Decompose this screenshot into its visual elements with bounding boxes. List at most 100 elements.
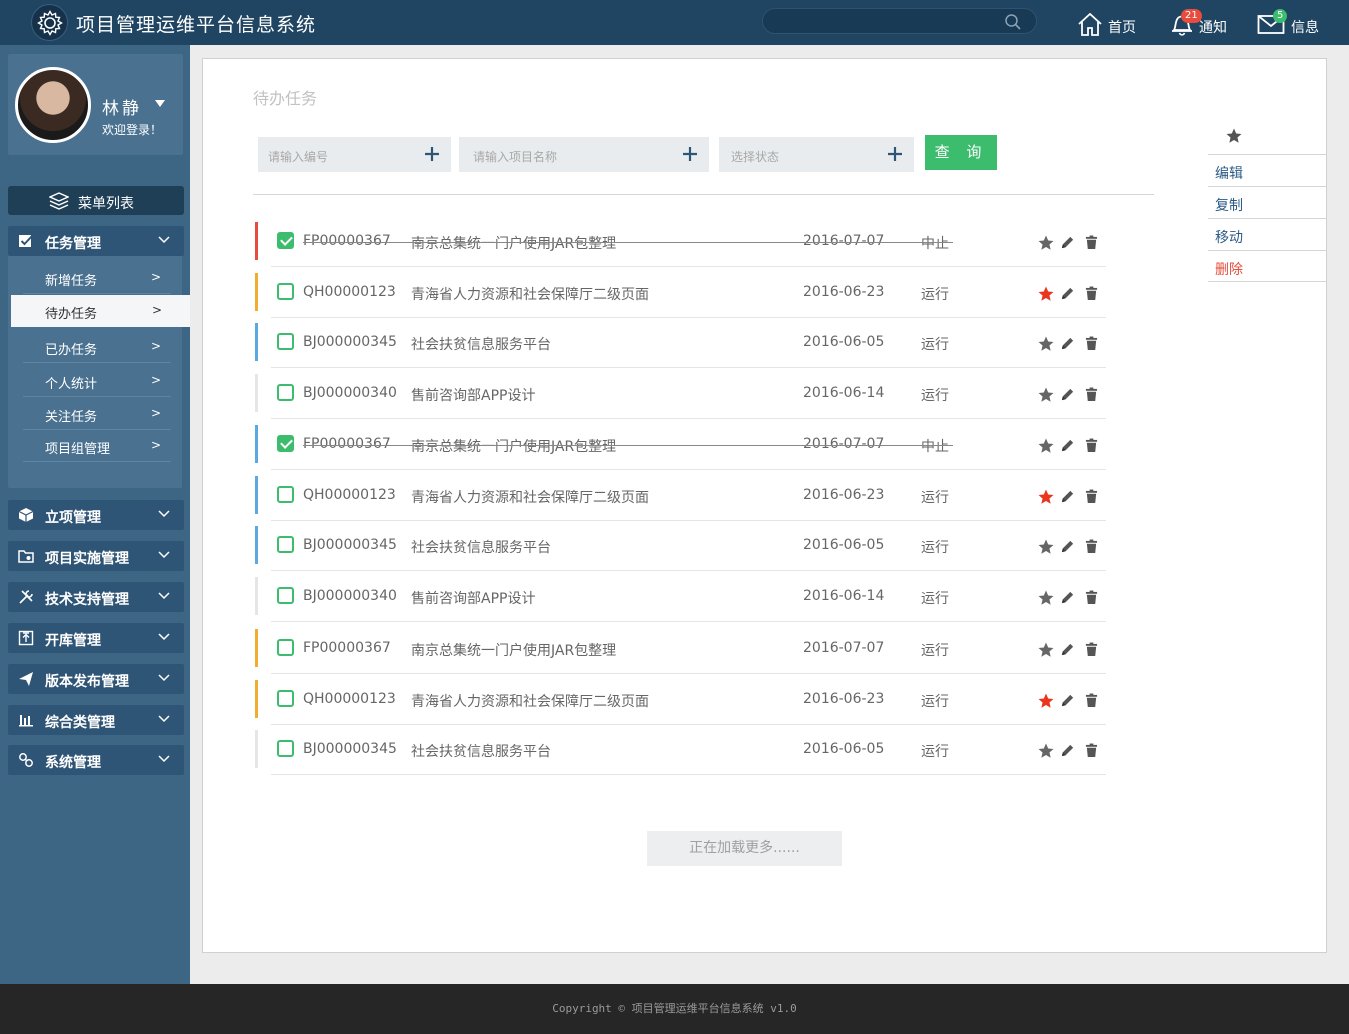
task-checkbox[interactable] xyxy=(277,690,294,707)
task-name[interactable]: 青海省人力资源和社会保障厅二级页面 xyxy=(411,691,649,711)
task-checkbox[interactable] xyxy=(277,639,294,656)
task-name[interactable]: 青海省人力资源和社会保障厅二级页面 xyxy=(411,284,649,304)
menu-group-task[interactable]: 任务管理 xyxy=(8,226,184,256)
task-name[interactable]: 售前咨询部APP设计 xyxy=(411,588,535,608)
context-edit[interactable]: 编辑 xyxy=(1208,154,1326,186)
task-name[interactable]: 南京总集统一门户使用JAR包整理 xyxy=(411,233,616,253)
task-name[interactable]: 南京总集统一门户使用JAR包整理 xyxy=(411,436,616,456)
context-delete[interactable]: 删除 xyxy=(1208,250,1326,282)
load-more-button[interactable]: 正在加载更多...... xyxy=(647,831,842,866)
star-icon[interactable] xyxy=(1037,641,1055,659)
pencil-icon[interactable] xyxy=(1060,539,1075,554)
pencil-icon[interactable] xyxy=(1060,336,1075,351)
menu-group-system[interactable]: 系统管理 xyxy=(8,745,184,775)
task-row[interactable]: QH00000123 青海省人力资源和社会保障厅二级页面 2016-06-23 运行 xyxy=(255,680,1106,725)
task-checkbox[interactable] xyxy=(277,435,294,452)
sidebar-item-new-task[interactable]: 新增任务 > xyxy=(23,262,171,294)
task-row[interactable]: BJ000000345 社会扶贫信息服务平台 2016-06-05 运行 xyxy=(255,323,1106,368)
sidebar-item-done-task[interactable]: 已办任务 > xyxy=(23,331,171,363)
task-name[interactable]: 售前咨询部APP设计 xyxy=(411,385,535,405)
trash-icon[interactable] xyxy=(1085,489,1098,504)
star-icon[interactable] xyxy=(1037,692,1055,710)
pencil-icon[interactable] xyxy=(1060,743,1075,758)
task-name[interactable]: 青海省人力资源和社会保障厅二级页面 xyxy=(411,487,649,507)
trash-icon[interactable] xyxy=(1085,438,1098,453)
plus-icon[interactable] xyxy=(886,145,904,163)
star-icon[interactable] xyxy=(1037,285,1055,303)
status-select[interactable]: 选择状态 xyxy=(719,137,914,172)
settings-logo[interactable] xyxy=(31,4,68,41)
task-checkbox[interactable] xyxy=(277,536,294,553)
sidebar-item-personal-stats[interactable]: 个人统计 > xyxy=(23,365,171,397)
project-name-input[interactable]: 请输入项目名称 xyxy=(459,137,709,172)
pencil-icon[interactable] xyxy=(1060,642,1075,657)
star-icon[interactable] xyxy=(1037,589,1055,607)
avatar[interactable] xyxy=(15,67,91,143)
trash-icon[interactable] xyxy=(1085,336,1098,351)
task-row[interactable]: FP00000367 南京总集统一门户使用JAR包整理 2016-07-07 运行 xyxy=(255,629,1106,674)
pencil-icon[interactable] xyxy=(1060,235,1075,250)
user-dropdown-icon[interactable] xyxy=(155,100,165,107)
menu-group-general[interactable]: 综合类管理 xyxy=(8,705,184,735)
task-checkbox[interactable] xyxy=(277,232,294,249)
task-checkbox[interactable] xyxy=(277,486,294,503)
star-icon[interactable] xyxy=(1037,386,1055,404)
task-row[interactable]: BJ000000345 社会扶贫信息服务平台 2016-06-05 运行 xyxy=(255,526,1106,571)
task-checkbox[interactable] xyxy=(277,587,294,604)
context-move[interactable]: 移动 xyxy=(1208,218,1326,250)
sidebar-item-todo-task[interactable]: 待办任务 > xyxy=(11,295,190,327)
task-row[interactable]: QH00000123 青海省人力资源和社会保障厅二级页面 2016-06-23 运行 xyxy=(255,476,1106,521)
task-row[interactable]: FP00000367 南京总集统一门户使用JAR包整理 2016-07-07 中止 xyxy=(255,425,1106,470)
trash-icon[interactable] xyxy=(1085,539,1098,554)
query-button[interactable]: 查 询 xyxy=(925,135,997,170)
star-icon[interactable] xyxy=(1037,742,1055,760)
sidebar-item-project-team[interactable]: 项目组管理 > xyxy=(23,430,171,462)
menu-list-header[interactable]: 菜单列表 xyxy=(8,186,184,215)
menu-group-repository[interactable]: 开库管理 xyxy=(8,623,184,653)
star-icon[interactable] xyxy=(1037,538,1055,556)
task-row[interactable]: FP00000367 南京总集统一门户使用JAR包整理 2016-07-07 中止 xyxy=(255,222,1106,267)
star-icon[interactable] xyxy=(1037,488,1055,506)
pencil-icon[interactable] xyxy=(1060,438,1075,453)
task-row[interactable]: QH00000123 青海省人力资源和社会保障厅二级页面 2016-06-23 运行 xyxy=(255,273,1106,318)
code-input[interactable]: 请输入编号 xyxy=(258,137,451,172)
pencil-icon[interactable] xyxy=(1060,286,1075,301)
trash-icon[interactable] xyxy=(1085,590,1098,605)
trash-icon[interactable] xyxy=(1085,743,1098,758)
plus-icon[interactable] xyxy=(423,145,441,163)
context-copy[interactable]: 复制 xyxy=(1208,186,1326,218)
pencil-icon[interactable] xyxy=(1060,693,1075,708)
star-icon[interactable] xyxy=(1037,437,1055,455)
search-icon[interactable] xyxy=(1004,13,1022,31)
trash-icon[interactable] xyxy=(1085,235,1098,250)
user-name[interactable]: 林静 xyxy=(102,94,142,119)
search-input[interactable] xyxy=(762,8,1037,34)
task-name[interactable]: 社会扶贫信息服务平台 xyxy=(411,537,551,557)
star-icon[interactable] xyxy=(1037,335,1055,353)
task-checkbox[interactable] xyxy=(277,333,294,350)
pencil-icon[interactable] xyxy=(1060,489,1075,504)
plus-icon[interactable] xyxy=(681,145,699,163)
menu-group-release[interactable]: 版本发布管理 xyxy=(8,664,184,694)
task-row[interactable]: BJ000000340 售前咨询部APP设计 2016-06-14 运行 xyxy=(255,577,1106,622)
trash-icon[interactable] xyxy=(1085,693,1098,708)
task-row[interactable]: BJ000000345 社会扶贫信息服务平台 2016-06-05 运行 xyxy=(255,730,1106,775)
nav-home[interactable]: 首页 xyxy=(1077,9,1139,39)
menu-group-project-approval[interactable]: 立项管理 xyxy=(8,500,184,530)
star-icon[interactable] xyxy=(1225,127,1243,145)
menu-group-tech-support[interactable]: 技术支持管理 xyxy=(8,582,184,612)
task-checkbox[interactable] xyxy=(277,384,294,401)
trash-icon[interactable] xyxy=(1085,387,1098,402)
task-name[interactable]: 社会扶贫信息服务平台 xyxy=(411,741,551,761)
trash-icon[interactable] xyxy=(1085,286,1098,301)
trash-icon[interactable] xyxy=(1085,642,1098,657)
pencil-icon[interactable] xyxy=(1060,387,1075,402)
task-name[interactable]: 社会扶贫信息服务平台 xyxy=(411,334,551,354)
task-checkbox[interactable] xyxy=(277,740,294,757)
task-row[interactable]: BJ000000340 售前咨询部APP设计 2016-06-14 运行 xyxy=(255,374,1106,419)
task-name[interactable]: 南京总集统一门户使用JAR包整理 xyxy=(411,640,616,660)
pencil-icon[interactable] xyxy=(1060,590,1075,605)
sidebar-item-followed-task[interactable]: 关注任务 > xyxy=(23,398,171,430)
star-icon[interactable] xyxy=(1037,234,1055,252)
nav-notify[interactable]: 21 通知 xyxy=(1170,9,1232,39)
